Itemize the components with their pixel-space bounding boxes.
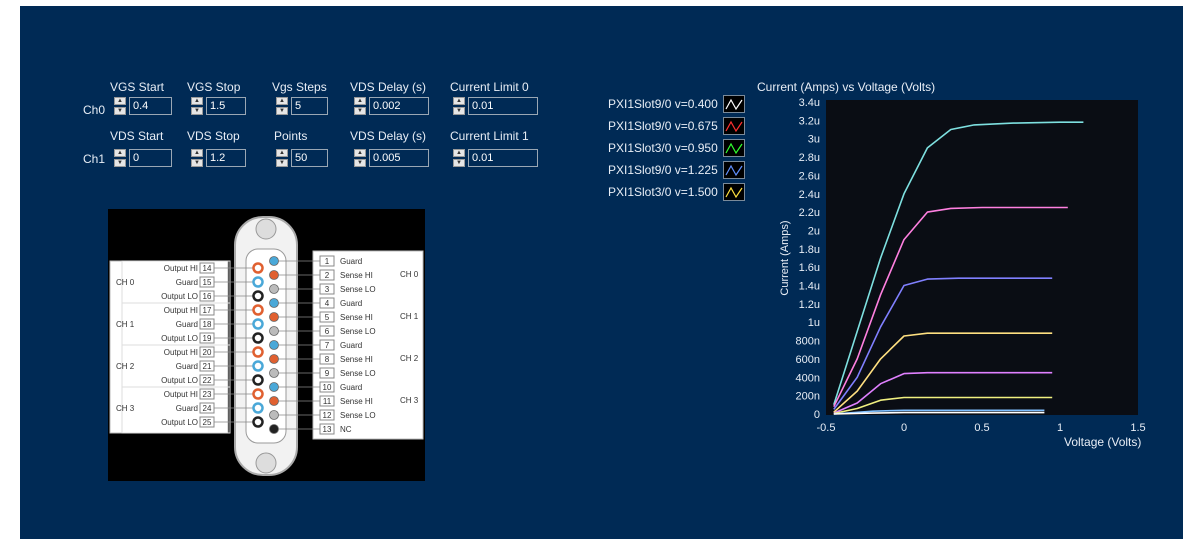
y-tick-label: 3.2u <box>799 115 820 127</box>
x-tick-label: -0.5 <box>817 422 836 434</box>
y-tick-label: 400n <box>796 372 820 384</box>
y-tick-label: 1.4u <box>799 281 820 293</box>
x-axis-label: Voltage (Volts) <box>1064 435 1141 449</box>
y-tick-label: 2.6u <box>799 170 820 182</box>
y-tick-label: 1.2u <box>799 299 820 311</box>
y-tick-label: 3u <box>808 134 820 146</box>
x-tick-label: 1.5 <box>1130 422 1145 434</box>
x-tick-label: 1 <box>1057 422 1063 434</box>
y-tick-label: 2.4u <box>799 189 820 201</box>
y-tick-label: 1.8u <box>799 244 820 256</box>
chart-title: Current (Amps) vs Voltage (Volts) <box>757 80 935 94</box>
x-tick-label: 0.5 <box>974 422 989 434</box>
y-tick-labels: 0 200n 400n 600n 800n 1u 1.2u 1.4u 1.6u 1.8u 2u 2.2… <box>796 97 820 421</box>
y-tick-label: 2.8u <box>799 152 820 164</box>
y-tick-label: 800n <box>796 336 820 348</box>
y-tick-label: 1u <box>808 317 820 329</box>
y-axis-label: Current (Amps) <box>779 220 791 295</box>
y-tick-label: 600n <box>796 354 820 366</box>
y-tick-label: 0 <box>814 409 820 421</box>
plot-area[interactable] <box>826 100 1138 415</box>
y-tick-label: 2u <box>808 225 820 237</box>
y-tick-label: 3.4u <box>799 97 820 109</box>
iv-curve-chart[interactable]: Current (Amps) vs Voltage (Volts) Voltag… <box>0 0 1202 539</box>
x-tick-labels: -0.5 0 0.5 1 1.5 <box>817 422 1146 434</box>
y-tick-label: 200n <box>796 391 820 403</box>
x-tick-label: 0 <box>901 422 907 434</box>
y-tick-label: 2.2u <box>799 207 820 219</box>
y-tick-label: 1.6u <box>799 262 820 274</box>
